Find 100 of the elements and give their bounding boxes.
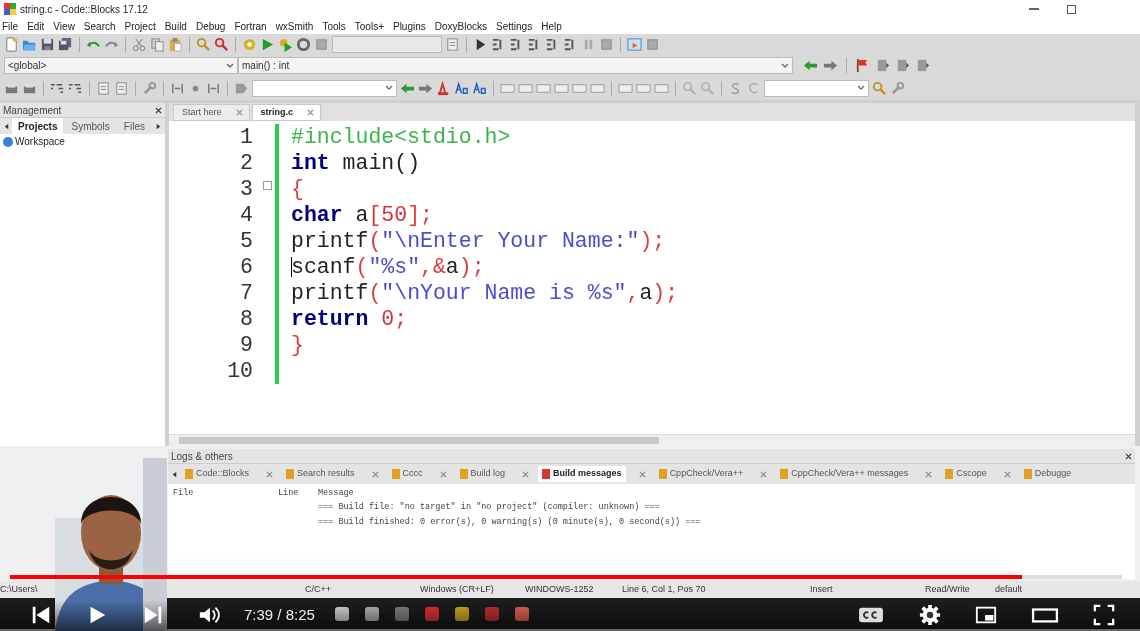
code-line: printf("\nYour Name is %s",a); bbox=[291, 279, 679, 307]
wrench-icon[interactable] bbox=[142, 80, 157, 96]
next-button[interactable] bbox=[142, 604, 164, 626]
bookmark-icon[interactable] bbox=[915, 58, 930, 73]
taskbar-icon[interactable] bbox=[365, 606, 379, 621]
zoom-in-icon[interactable] bbox=[682, 80, 697, 96]
scroll-left-icon[interactable] bbox=[3, 122, 10, 130]
log-tab[interactable]: CppCheck/Vera++ messages bbox=[776, 466, 913, 482]
close-icon[interactable] bbox=[155, 106, 162, 114]
menu-item[interactable]: Plugins bbox=[392, 18, 426, 34]
scissors-icon[interactable] bbox=[132, 37, 147, 52]
paste-icon[interactable] bbox=[168, 37, 183, 52]
menu-item[interactable]: Debug bbox=[195, 18, 226, 34]
code-line: int main() bbox=[291, 149, 421, 177]
panel-tab[interactable]: Files bbox=[117, 117, 151, 135]
window-icon[interactable] bbox=[627, 37, 642, 52]
search-combo[interactable] bbox=[252, 79, 397, 97]
build-target-combo[interactable] bbox=[332, 36, 442, 53]
log-tab[interactable]: Debugge bbox=[1019, 466, 1076, 482]
editor-tab[interactable]: string.c bbox=[251, 103, 322, 121]
taskbar-icon[interactable] bbox=[335, 606, 349, 621]
arrow-left-icon[interactable] bbox=[803, 58, 818, 73]
menu-item[interactable]: Build bbox=[164, 18, 187, 34]
wrench-icon[interactable] bbox=[890, 80, 905, 96]
gear-icon[interactable] bbox=[242, 37, 257, 52]
function-combo[interactable]: main() : int bbox=[238, 57, 793, 74]
panel-tab[interactable]: Symbols bbox=[65, 117, 116, 135]
line-number: 10 bbox=[226, 357, 254, 385]
fold-marker-icon[interactable] bbox=[262, 180, 272, 190]
log-message: === Build finished: 0 error(s), 0 warning(s) (0 minute(s), 0 second(s)) === bbox=[318, 516, 701, 529]
taskbar-icon[interactable] bbox=[455, 606, 469, 621]
arrow-right-icon[interactable] bbox=[823, 58, 838, 73]
save-all-icon[interactable] bbox=[58, 37, 73, 52]
search-icon[interactable] bbox=[196, 37, 211, 52]
log-tab[interactable]: Build log bbox=[455, 466, 510, 482]
menu-item[interactable]: Tools+ bbox=[354, 18, 384, 34]
text-icon[interactable] bbox=[454, 80, 469, 96]
log-tab[interactable]: Cccc bbox=[387, 466, 427, 482]
combo-value: main() : int bbox=[242, 59, 290, 73]
menu-item[interactable]: Tools bbox=[322, 18, 346, 34]
new-file-icon[interactable] bbox=[4, 37, 19, 52]
line-number: 9 bbox=[239, 331, 254, 359]
scope-combo[interactable]: <global> bbox=[4, 57, 238, 74]
log-tab[interactable]: CppCheck/Vera++ bbox=[654, 466, 748, 482]
stop-icon[interactable] bbox=[314, 37, 329, 52]
taskbar-icon[interactable] bbox=[395, 606, 409, 621]
panel-title: Logs & others bbox=[171, 449, 233, 464]
menu-item[interactable]: Settings bbox=[496, 18, 533, 34]
log-tab[interactable]: Code::Blocks bbox=[181, 466, 254, 482]
text-icon[interactable] bbox=[472, 80, 487, 96]
stop-icon[interactable] bbox=[645, 37, 660, 52]
log-message: === Build file: "no target" in "no project" (compiler: unknown) === bbox=[318, 501, 660, 514]
status-text: Read/Write bbox=[925, 583, 970, 594]
search-icon[interactable] bbox=[872, 80, 887, 96]
line-number: 4 bbox=[239, 201, 254, 229]
search-combo[interactable] bbox=[764, 79, 869, 97]
menu-item[interactable]: View bbox=[53, 18, 75, 34]
video-time: 7:39 / 8:25 bbox=[244, 604, 315, 625]
menu-item[interactable]: wxSmith bbox=[275, 18, 314, 34]
scroll-left-icon[interactable] bbox=[171, 470, 178, 478]
scroll-right-icon[interactable] bbox=[155, 122, 162, 130]
log-tab[interactable]: Search results bbox=[282, 466, 359, 482]
code-line: #include<stdio.h> bbox=[291, 123, 511, 151]
app-icon bbox=[4, 3, 16, 15]
menu-item[interactable]: DoxyBlocks bbox=[434, 18, 488, 34]
settings-button[interactable] bbox=[919, 604, 941, 626]
document-icon[interactable] bbox=[114, 80, 129, 96]
tree-item[interactable]: Workspace bbox=[15, 134, 65, 149]
bookmark-icon[interactable] bbox=[875, 58, 890, 73]
copy-icon[interactable] bbox=[150, 37, 165, 52]
maximize-button[interactable] bbox=[1067, 4, 1076, 14]
log-tab[interactable]: Cscope bbox=[941, 466, 991, 482]
play-icon[interactable] bbox=[260, 37, 275, 52]
stop-icon[interactable] bbox=[599, 37, 614, 52]
flag-icon[interactable] bbox=[855, 58, 870, 73]
horizontal-scrollbar[interactable] bbox=[169, 434, 1135, 446]
menu-item[interactable]: Edit bbox=[27, 18, 45, 34]
document-icon[interactable] bbox=[96, 80, 111, 96]
editor-tab[interactable]: Start here bbox=[173, 103, 250, 121]
bookmark-icon[interactable] bbox=[895, 58, 910, 73]
code-line: printf("\nEnter Your Name:"); bbox=[291, 227, 666, 255]
rebuild-icon[interactable] bbox=[296, 37, 311, 52]
save-icon[interactable] bbox=[40, 37, 55, 52]
log-tab[interactable]: Build messages bbox=[538, 466, 626, 482]
caret-icon bbox=[226, 62, 234, 69]
menu-item[interactable]: Fortran bbox=[234, 18, 267, 34]
miniplayer-button[interactable] bbox=[975, 604, 997, 626]
previous-button[interactable] bbox=[30, 604, 52, 626]
close-icon[interactable] bbox=[1125, 452, 1132, 460]
menu-item[interactable]: File bbox=[2, 18, 19, 34]
menu-item[interactable]: Search bbox=[83, 18, 116, 34]
build-run-icon[interactable] bbox=[278, 37, 293, 52]
taskbar-icon[interactable] bbox=[515, 606, 529, 621]
replace-icon[interactable] bbox=[214, 37, 229, 52]
menu-item[interactable]: Help bbox=[541, 18, 562, 34]
document-icon[interactable] bbox=[445, 37, 460, 52]
zoom-in-icon[interactable] bbox=[700, 80, 715, 96]
code-line: scanf("%s",&a); bbox=[291, 253, 485, 281]
fullscreen-button[interactable] bbox=[1093, 604, 1115, 626]
menu-item[interactable]: Project bbox=[124, 18, 156, 34]
